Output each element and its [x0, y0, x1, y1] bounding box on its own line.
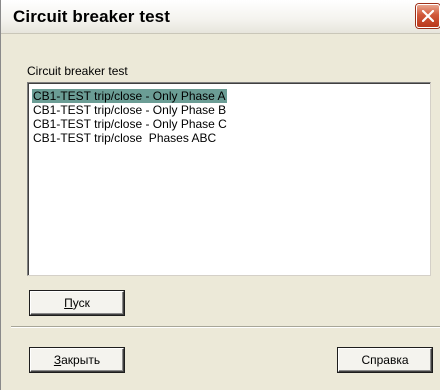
- help-button[interactable]: Справка: [338, 348, 432, 372]
- list-group-label: Circuit breaker test: [27, 64, 128, 78]
- close-button-label: акрыть: [61, 353, 101, 367]
- close-window-button[interactable]: [416, 4, 440, 28]
- separator-line: [11, 326, 440, 328]
- close-icon: [422, 10, 434, 22]
- close-button[interactable]: Закрыть: [30, 348, 124, 372]
- window-title: Circuit breaker test: [13, 7, 170, 26]
- dialog-window: Circuit breaker test Circuit breaker tes…: [0, 0, 440, 390]
- title-bar[interactable]: Circuit breaker test: [1, 0, 440, 34]
- list-item[interactable]: CB1-TEST trip/close Phases ABC: [32, 131, 217, 145]
- test-list[interactable]: CB1-TEST trip/close - Only Phase A CB1-T…: [27, 82, 431, 276]
- start-button[interactable]: Пуск: [30, 291, 124, 315]
- start-button-accel: П: [64, 296, 73, 310]
- start-button-label: уск: [72, 296, 90, 310]
